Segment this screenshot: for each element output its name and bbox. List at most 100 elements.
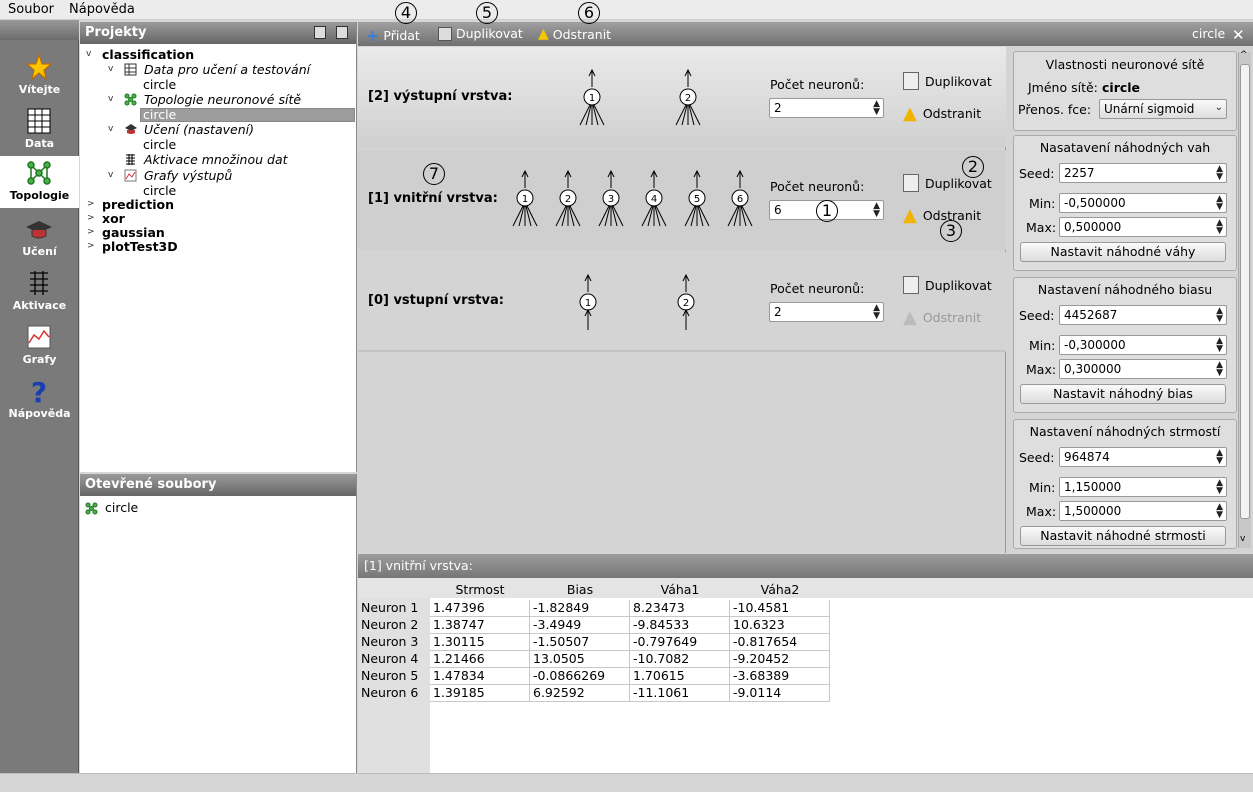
table-cell[interactable]: 1.47834 [430,668,530,685]
transfer-function-select[interactable]: Unární sigmoid ⌄ [1099,99,1227,119]
layer-remove-button[interactable]: ▲ Odstranit [903,103,981,124]
spin-arrows-icon[interactable]: ▲ ▼ [1216,307,1223,324]
nav-activation[interactable]: Aktivace [0,266,79,318]
spin-arrows-icon[interactable]: ▲ ▼ [1216,361,1223,378]
column-header-bias[interactable]: Bias [530,582,630,597]
tree-project-gaussian[interactable]: gaussian [102,225,165,240]
chevron-down-icon[interactable]: v [1240,534,1245,544]
bias-min-input[interactable]: -0,300000 ▲ ▼ [1059,335,1227,355]
tree-project-xor[interactable]: xor [102,211,125,226]
spin-arrows-icon[interactable]: ▲ ▼ [1216,503,1223,520]
spin-arrows-icon[interactable]: ▲ ▼ [873,202,880,219]
open-file-circle[interactable]: circle [105,500,138,515]
chevron-right-icon[interactable]: > [87,227,95,237]
properties-scrollbar[interactable]: ^ v [1238,50,1251,548]
tree-activation[interactable]: Aktivace množinou dat [144,152,288,167]
tree-topology[interactable]: Topologie neuronové sítě [144,92,301,107]
table-cell[interactable]: 8.23473 [630,600,730,617]
spin-arrows-icon[interactable]: ▲ ▼ [1216,479,1223,496]
spin-arrows-icon[interactable]: ▲ ▼ [1216,165,1223,182]
bias-seed-input[interactable]: 4452687 ▲ ▼ [1059,305,1227,325]
layer-input[interactable]: [0] vstupní vrstva: 1 2 Počet neuronů: 2… [358,252,1006,352]
table-cell[interactable]: 1.38747 [430,617,530,634]
column-header-weight1[interactable]: Váha1 [630,582,730,597]
chevron-up-icon[interactable]: ^ [1240,50,1248,60]
weights-seed-input[interactable]: 2257 ▲ ▼ [1059,163,1227,183]
table-cell[interactable]: 1.47396 [430,600,530,617]
menu-help[interactable]: Nápověda [69,2,135,17]
tree-charts[interactable]: Grafy výstupů [144,168,232,183]
spin-arrows-icon[interactable]: ▲ ▼ [1216,337,1223,354]
slope-min-input[interactable]: 1,150000 ▲ ▼ [1059,477,1227,497]
table-cell[interactable]: -10.7082 [630,651,730,668]
row-header[interactable]: Neuron 6 [361,685,418,700]
weights-min-input[interactable]: -0,500000 ▲ ▼ [1059,193,1227,213]
row-header[interactable]: Neuron 4 [361,651,418,666]
menu-file[interactable]: Soubor [8,2,54,17]
duplicate-layer-button[interactable]: Duplikovat [438,26,523,41]
set-random-bias-button[interactable]: Nastavit náhodný bias [1020,384,1226,404]
table-cell[interactable]: 10.6323 [730,617,830,634]
spin-arrows-icon[interactable]: ▲ ▼ [873,304,880,321]
table-cell[interactable]: 1.70615 [630,668,730,685]
slope-seed-input[interactable]: 964874 ▲ ▼ [1059,447,1227,467]
table-cell[interactable]: -0.0866269 [530,668,630,685]
spin-arrows-icon[interactable]: ▲ ▼ [1216,195,1223,212]
spin-arrows-icon[interactable]: ▲ ▼ [1216,219,1223,236]
row-header[interactable]: Neuron 3 [361,634,418,649]
column-header-weight2[interactable]: Váha2 [730,582,830,597]
table-cell[interactable]: -9.20452 [730,651,830,668]
spin-arrows-icon[interactable]: ▲ ▼ [873,100,880,117]
row-header[interactable]: Neuron 1 [361,600,418,615]
spin-arrows-icon[interactable]: ▲ ▼ [1216,449,1223,466]
nav-charts[interactable]: Grafy [0,320,79,372]
slope-max-input[interactable]: 1,500000 ▲ ▼ [1059,501,1227,521]
row-header[interactable]: Neuron 5 [361,668,418,683]
set-random-weights-button[interactable]: Nastavit náhodné váhy [1020,242,1226,262]
table-cell[interactable]: -9.84533 [630,617,730,634]
tree-learning-circle[interactable]: circle [143,137,176,152]
tree-learning[interactable]: Učení (nastavení) [144,122,254,137]
set-random-slopes-button[interactable]: Nastavit náhodné strmosti [1020,526,1226,546]
chevron-down-icon[interactable]: v [108,170,113,180]
save-all-icon[interactable] [336,26,348,39]
table-cell[interactable]: 13.0505 [530,651,630,668]
column-header-slope[interactable]: Strmost [430,582,530,597]
scrollbar-thumb[interactable] [1240,64,1250,519]
table-cell[interactable]: -3.4949 [530,617,630,634]
neuron-count-input[interactable]: 2 ▲ ▼ [769,302,884,322]
tree-topology-circle-selected[interactable]: circle [143,107,176,122]
layer-duplicate-button[interactable]: Duplikovat [903,174,992,192]
chevron-right-icon[interactable]: > [87,199,95,209]
table-cell[interactable]: 6.92592 [530,685,630,702]
tree-project-classification[interactable]: classification [102,47,194,62]
table-cell[interactable]: 1.21466 [430,651,530,668]
table-cell[interactable]: -0.817654 [730,634,830,651]
nav-help[interactable]: ? Nápověda [0,374,79,426]
table-cell[interactable]: -0.797649 [630,634,730,651]
chevron-right-icon[interactable]: > [87,213,95,223]
close-icon[interactable]: ✕ [1232,26,1245,44]
tree-project-prediction[interactable]: prediction [102,197,174,212]
tree-data-circle[interactable]: circle [143,77,176,92]
weights-max-input[interactable]: 0,500000 ▲ ▼ [1059,217,1227,237]
chevron-down-icon[interactable]: v [86,49,91,59]
row-header[interactable]: Neuron 2 [361,617,418,632]
table-cell[interactable]: -1.50507 [530,634,630,651]
neuron-count-input[interactable]: 2 ▲ ▼ [769,98,884,118]
layer-duplicate-button[interactable]: Duplikovat [903,72,992,90]
tree-data[interactable]: Data pro učení a testování [144,62,310,77]
table-cell[interactable]: -1.82849 [530,600,630,617]
nav-welcome[interactable]: Vítejte [0,50,79,102]
chevron-down-icon[interactable]: v [108,124,113,134]
chevron-right-icon[interactable]: > [87,241,95,251]
table-cell[interactable]: -9.0114 [730,685,830,702]
tree-project-plottest3d[interactable]: plotTest3D [102,239,178,254]
table-cell[interactable]: -11.1061 [630,685,730,702]
bias-max-input[interactable]: 0,300000 ▲ ▼ [1059,359,1227,379]
table-cell[interactable]: -3.68389 [730,668,830,685]
table-cell[interactable]: 1.39185 [430,685,530,702]
chevron-down-icon[interactable]: v [108,94,113,104]
nav-data[interactable]: Data [0,104,79,156]
chevron-down-icon[interactable]: v [108,64,113,74]
